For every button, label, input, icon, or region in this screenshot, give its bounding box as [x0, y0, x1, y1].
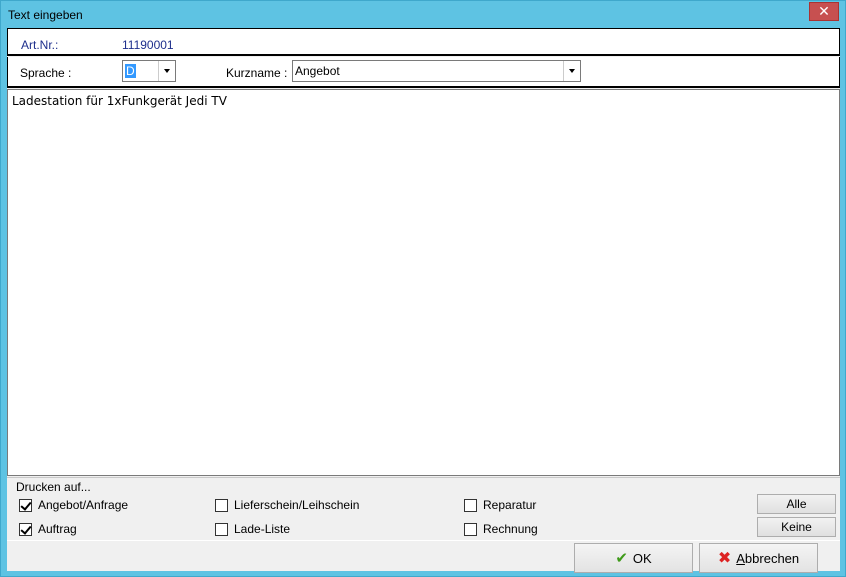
close-button[interactable]: ✕ [809, 2, 839, 21]
shortname-label: Kurzname : [226, 66, 288, 80]
shortname-select[interactable]: Angebot [292, 60, 581, 82]
checkbox-label: Lade-Liste [234, 522, 291, 536]
ok-label: OK [632, 550, 652, 566]
article-number-label: Art.Nr.: [21, 38, 59, 52]
chevron-down-icon[interactable] [563, 61, 580, 81]
select-all-button[interactable]: Alle [757, 494, 836, 514]
checkbox-box[interactable] [19, 522, 32, 536]
language-value: D [125, 64, 136, 78]
shortname-value: Angebot [295, 64, 340, 78]
text-editor[interactable]: Ladestation für 1xFunkgerät Jedi TV [7, 89, 840, 476]
dialog-window: Text eingeben ✕ Art.Nr.: 11190001 Sprach… [0, 0, 846, 577]
chevron-down-icon[interactable] [158, 61, 175, 81]
print-options-group: Drucken auf... Angebot/Anfrage Auftrag L… [7, 477, 840, 539]
checkbox-box[interactable] [464, 498, 477, 512]
print-group-title: Drucken auf... [15, 480, 92, 494]
checkbox-label: Rechnung [483, 522, 538, 536]
checkbox-auftrag[interactable]: Auftrag [19, 522, 77, 536]
checkbox-box[interactable] [19, 498, 32, 512]
title-bar[interactable]: Text eingeben ✕ [1, 1, 845, 28]
button-bar: ✔ OK ✖ Abbrechen [7, 540, 840, 573]
checkbox-box[interactable] [215, 522, 228, 536]
checkbox-label: Angebot/Anfrage [38, 498, 129, 512]
language-label: Sprache : [20, 66, 72, 80]
dialog-client-area: Art.Nr.: 11190001 Sprache : D Kurzname :… [7, 28, 840, 573]
ok-button[interactable]: ✔ OK [574, 543, 693, 573]
cancel-label: Abbrechen [736, 550, 800, 566]
checkbox-box[interactable] [464, 522, 477, 536]
checkbox-rechnung[interactable]: Rechnung [464, 522, 538, 536]
checkbox-label: Reparatur [483, 498, 537, 512]
checkbox-lade-liste[interactable]: Lade-Liste [215, 522, 290, 536]
article-number-panel: Art.Nr.: 11190001 [7, 28, 840, 56]
checkmark-icon: ✔ [615, 550, 628, 567]
checkbox-label: Lieferschein/Leihschein [234, 498, 360, 512]
close-icon: ✕ [818, 3, 830, 19]
language-select[interactable]: D [122, 60, 176, 82]
window-title: Text eingeben [8, 8, 83, 22]
x-icon: ✖ [717, 550, 732, 567]
select-none-button[interactable]: Keine [757, 517, 836, 537]
checkbox-lieferschein-leihschein[interactable]: Lieferschein/Leihschein [215, 498, 359, 512]
checkbox-reparatur[interactable]: Reparatur [464, 498, 536, 512]
checkbox-box[interactable] [215, 498, 228, 512]
checkbox-angebot-anfrage[interactable]: Angebot/Anfrage [19, 498, 128, 512]
cancel-button[interactable]: ✖ Abbrechen [699, 543, 818, 573]
checkbox-label: Auftrag [38, 522, 77, 536]
language-panel: Sprache : D Kurzname : Angebot [7, 57, 840, 88]
article-number-value: 11190001 [122, 38, 174, 52]
